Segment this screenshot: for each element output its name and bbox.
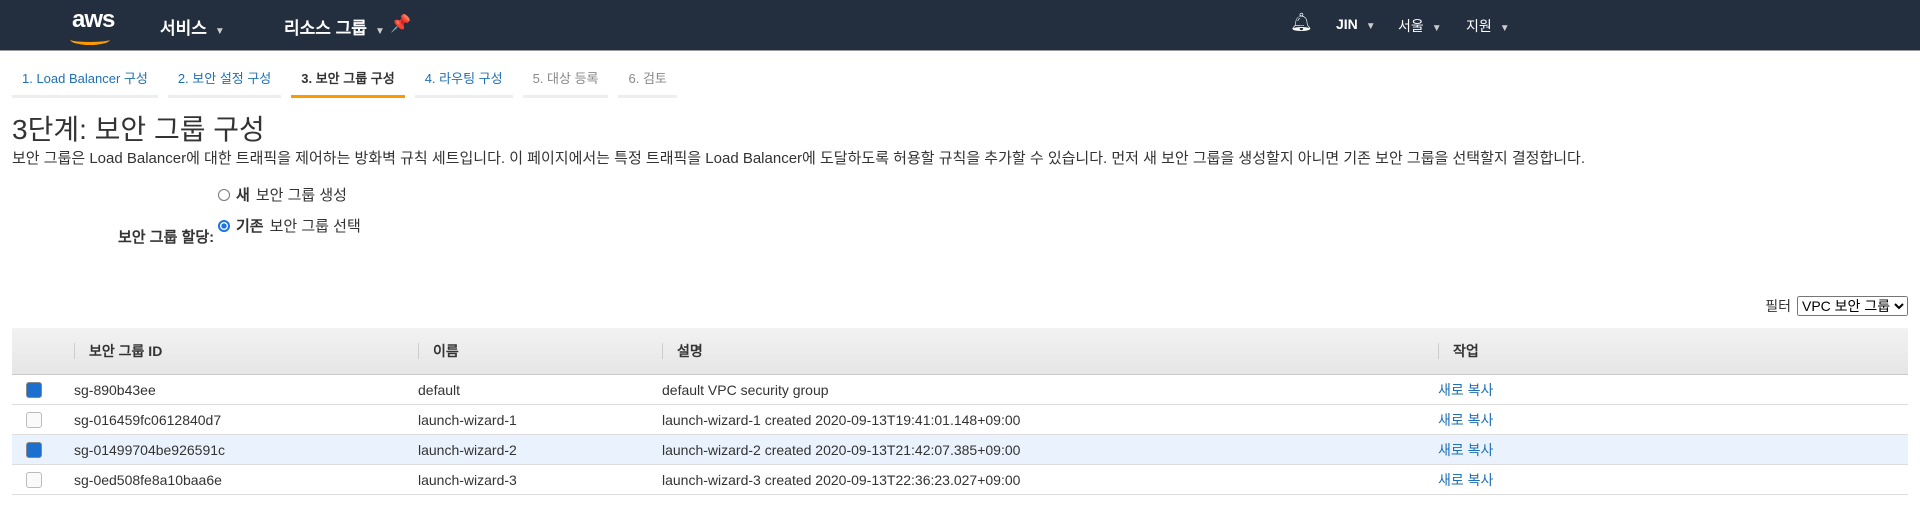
row-checkbox[interactable]: [26, 472, 42, 489]
step-3[interactable]: 3. 보안 그룹 구성: [291, 62, 405, 98]
col-id[interactable]: 보안 그룹 ID: [60, 328, 404, 375]
chevron-down-icon: ▼: [374, 26, 385, 37]
aws-logo[interactable]: aws: [70, 6, 115, 45]
page-title: 3단계: 보안 그룹 구성: [12, 114, 265, 145]
top-nav-bar: aws 서비스 ▼ 리소스 그룹 ▼ 📌 🔔︎ JIN ▼ 서울 ▼ 지원 ▼: [0, 0, 1920, 51]
copy-to-new-link[interactable]: 새로 복사: [1438, 382, 1493, 398]
table-row[interactable]: sg-01499704be926591c launch-wizard-2 lau…: [12, 434, 1908, 465]
user-menu[interactable]: JIN ▼: [1336, 16, 1376, 32]
cell-id: sg-016459fc0612840d7: [60, 404, 404, 435]
cell-name: launch-wizard-2: [404, 434, 648, 465]
step-4[interactable]: 4. 라우팅 구성: [414, 62, 513, 98]
pin-icon[interactable]: 📌: [390, 14, 411, 34]
services-menu[interactable]: 서비스 ▼: [160, 14, 225, 39]
chevron-down-icon: ▼: [214, 26, 225, 37]
filter: 필터 VPC 보안 그룹: [1765, 296, 1908, 316]
table-row[interactable]: sg-016459fc0612840d7 launch-wizard-1 lau…: [12, 404, 1908, 435]
resource-groups-menu[interactable]: 리소스 그룹 ▼: [284, 14, 385, 39]
step-2[interactable]: 2. 보안 설정 구성: [167, 62, 282, 98]
new-security-group-radio[interactable]: 새 보안 그룹 생성: [218, 184, 347, 205]
copy-to-new-link[interactable]: 새로 복사: [1438, 472, 1493, 488]
table-row[interactable]: sg-890b43ee default default VPC security…: [12, 374, 1908, 405]
copy-to-new-link[interactable]: 새로 복사: [1438, 442, 1493, 458]
assign-label: 보안 그룹 할당:: [118, 229, 215, 246]
page-description: 보안 그룹은 Load Balancer에 대한 트래픽을 제어하는 방화벽 규…: [12, 150, 1586, 167]
step-1[interactable]: 1. Load Balancer 구성: [12, 62, 158, 98]
cell-id: sg-890b43ee: [60, 374, 404, 405]
row-checkbox[interactable]: [26, 382, 42, 399]
col-name[interactable]: 이름: [404, 328, 648, 375]
cell-id: sg-01499704be926591c: [60, 434, 404, 465]
col-desc[interactable]: 설명: [648, 328, 1424, 375]
table-row[interactable]: sg-0ed508fe8a10baa6e launch-wizard-3 lau…: [12, 464, 1908, 495]
cell-desc: default VPC security group: [648, 374, 1424, 405]
cell-name: launch-wizard-1: [404, 404, 648, 435]
row-checkbox[interactable]: [26, 412, 42, 429]
cell-id: sg-0ed508fe8a10baa6e: [60, 464, 404, 495]
row-checkbox[interactable]: [26, 442, 42, 459]
filter-select[interactable]: VPC 보안 그룹: [1797, 296, 1908, 316]
cell-desc: launch-wizard-2 created 2020-09-13T21:42…: [648, 434, 1424, 465]
cell-desc: launch-wizard-3 created 2020-09-13T22:36…: [648, 464, 1424, 495]
cell-name: default: [404, 374, 648, 405]
cell-desc: launch-wizard-1 created 2020-09-13T19:41…: [648, 404, 1424, 435]
region-menu[interactable]: 서울 ▼: [1398, 16, 1442, 36]
step-6: 6. 검토: [618, 62, 677, 98]
step-5: 5. 대상 등록: [522, 62, 609, 98]
copy-to-new-link[interactable]: 새로 복사: [1438, 412, 1493, 428]
col-action: 작업: [1424, 328, 1908, 375]
wizard-steps: 1. Load Balancer 구성 2. 보안 설정 구성 3. 보안 그룹…: [12, 62, 677, 98]
security-group-table: 보안 그룹 ID 이름 설명 작업 sg-890b43ee default de…: [12, 328, 1908, 495]
support-menu[interactable]: 지원 ▼: [1466, 16, 1510, 36]
cell-name: launch-wizard-3: [404, 464, 648, 495]
existing-security-group-radio[interactable]: 기존 보안 그룹 선택: [218, 215, 361, 236]
bell-icon[interactable]: 🔔︎: [1290, 12, 1313, 33]
